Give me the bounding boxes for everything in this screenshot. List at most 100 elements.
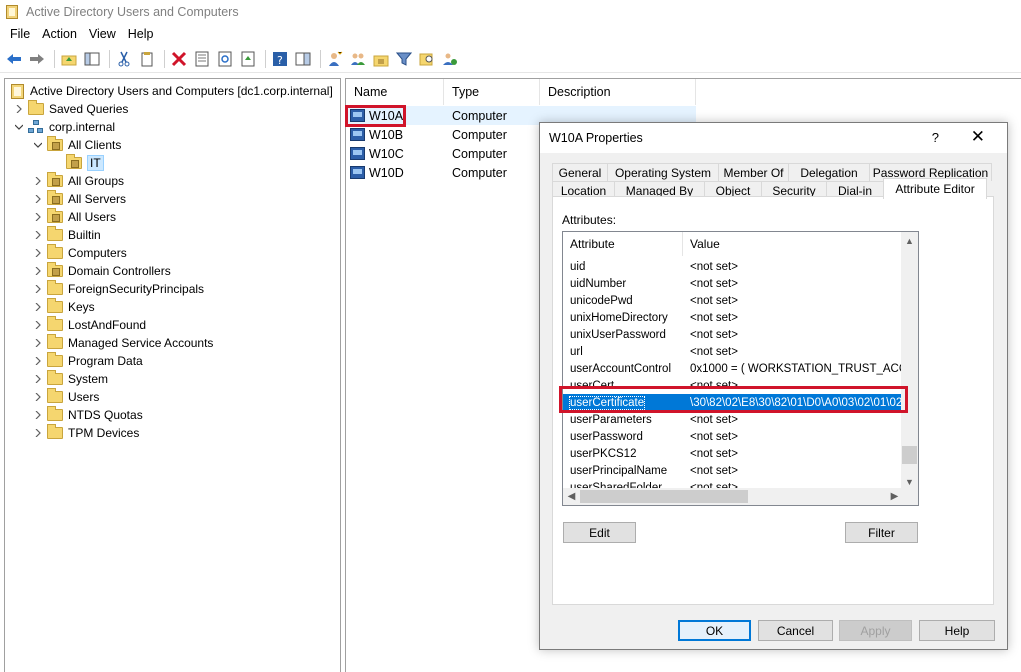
- menu-file[interactable]: File: [4, 27, 36, 41]
- column-header-attribute[interactable]: Attribute: [563, 232, 683, 256]
- tab-delegation[interactable]: Delegation: [788, 163, 870, 181]
- apply-button[interactable]: Apply: [839, 620, 912, 641]
- tree-item[interactable]: All Users: [32, 208, 116, 226]
- tree-item[interactable]: System: [32, 370, 108, 388]
- properties-icon[interactable]: [192, 49, 212, 69]
- add-to-group-icon[interactable]: [440, 49, 460, 69]
- scroll-up-icon[interactable]: ▲: [901, 232, 918, 249]
- tree-item[interactable]: Managed Service Accounts: [32, 334, 213, 352]
- filter-button[interactable]: Filter: [845, 522, 918, 543]
- tree-item[interactable]: Keys: [32, 298, 95, 316]
- attribute-row[interactable]: userAccountControl 0x1000 = ( WORKSTATION…: [563, 360, 903, 377]
- column-header-value[interactable]: Value: [683, 232, 720, 256]
- show-pane-icon[interactable]: [82, 49, 102, 69]
- tree-item[interactable]: All Clients: [32, 136, 121, 154]
- tree-item[interactable]: Program Data: [32, 352, 143, 370]
- tree-item[interactable]: Builtin: [32, 226, 101, 244]
- chevron-right-icon[interactable]: [32, 193, 44, 205]
- refresh-icon[interactable]: [215, 49, 235, 69]
- chevron-right-icon[interactable]: [32, 283, 44, 295]
- dialog-close-button[interactable]: ✕: [971, 127, 985, 147]
- tree-item[interactable]: LostAndFound: [32, 316, 146, 334]
- chevron-right-icon[interactable]: [32, 229, 44, 241]
- tree-item[interactable]: All Servers: [32, 190, 126, 208]
- list-item-computer[interactable]: W10B Computer: [346, 125, 540, 144]
- chevron-right-icon[interactable]: [32, 337, 44, 349]
- delete-icon[interactable]: [169, 49, 189, 69]
- tree-item[interactable]: TPM Devices: [32, 424, 139, 442]
- tree-item[interactable]: IT: [51, 154, 104, 172]
- filter-icon[interactable]: [394, 49, 414, 69]
- attribute-row[interactable]: uid <not set>: [563, 258, 903, 275]
- attribute-row[interactable]: userCertificate \30\82\02\E8\30\82\01\D0\…: [563, 394, 903, 411]
- tree-item[interactable]: Users: [32, 388, 99, 406]
- console-tree-icon[interactable]: [293, 49, 313, 69]
- cancel-button[interactable]: Cancel: [758, 620, 833, 641]
- attribute-row[interactable]: userCert <not set>: [563, 377, 903, 394]
- help-button[interactable]: Help: [919, 620, 995, 641]
- help-icon[interactable]: ?: [270, 49, 290, 69]
- menu-help[interactable]: Help: [122, 27, 160, 41]
- back-arrow-icon[interactable]: [4, 49, 24, 69]
- list-item-computer[interactable]: W10C Computer: [346, 144, 540, 163]
- chevron-down-icon[interactable]: [13, 121, 25, 133]
- tab-member-of[interactable]: Member Of: [718, 163, 789, 181]
- edit-button[interactable]: Edit: [563, 522, 636, 543]
- tree-item[interactable]: ForeignSecurityPrincipals: [32, 280, 204, 298]
- chevron-right-icon[interactable]: [32, 355, 44, 367]
- tree-item[interactable]: Computers: [32, 244, 127, 262]
- horizontal-scrollbar[interactable]: ◀ ▶: [563, 488, 903, 505]
- new-ou-icon[interactable]: [371, 49, 391, 69]
- chevron-right-icon[interactable]: [32, 391, 44, 403]
- chevron-right-icon[interactable]: [32, 175, 44, 187]
- copy-icon[interactable]: [137, 49, 157, 69]
- new-group-icon[interactable]: [348, 49, 368, 69]
- vertical-scrollbar[interactable]: ▲ ▼: [901, 232, 918, 490]
- chevron-right-icon[interactable]: [32, 319, 44, 331]
- find-icon[interactable]: [417, 49, 437, 69]
- attribute-row[interactable]: uidNumber <not set>: [563, 275, 903, 292]
- column-header-type[interactable]: Type: [444, 79, 540, 105]
- tab-attribute-editor[interactable]: Attribute Editor: [883, 178, 987, 199]
- up-folder-icon[interactable]: [59, 49, 79, 69]
- tree-item[interactable]: Domain Controllers: [32, 262, 171, 280]
- ok-button[interactable]: OK: [678, 620, 751, 641]
- list-item-computer[interactable]: W10D Computer: [346, 163, 540, 182]
- chevron-right-icon[interactable]: [32, 373, 44, 385]
- attribute-row[interactable]: userPrincipalName <not set>: [563, 462, 903, 479]
- menu-action[interactable]: Action: [36, 27, 83, 41]
- chevron-right-icon[interactable]: [13, 103, 25, 115]
- horizontal-scroll-thumb[interactable]: [580, 490, 748, 503]
- column-header-name[interactable]: Name: [346, 79, 444, 105]
- console-tree-pane[interactable]: Active Directory Users and Computers [dc…: [4, 78, 341, 672]
- tree-root[interactable]: Active Directory Users and Computers [dc…: [9, 82, 333, 100]
- attribute-row[interactable]: userPKCS12 <not set>: [563, 445, 903, 462]
- new-user-icon[interactable]: [325, 49, 345, 69]
- chevron-down-icon[interactable]: [32, 139, 44, 151]
- menu-view[interactable]: View: [83, 27, 122, 41]
- dialog-help-button[interactable]: ?: [932, 130, 939, 145]
- tree-item[interactable]: All Groups: [32, 172, 124, 190]
- vertical-scroll-thumb[interactable]: [902, 446, 917, 464]
- tree-item[interactable]: NTDS Quotas: [32, 406, 143, 424]
- attribute-row[interactable]: unixUserPassword <not set>: [563, 326, 903, 343]
- chevron-right-icon[interactable]: [32, 427, 44, 439]
- attribute-row[interactable]: url <not set>: [563, 343, 903, 360]
- export-icon[interactable]: [238, 49, 258, 69]
- attribute-row[interactable]: userParameters <not set>: [563, 411, 903, 428]
- chevron-right-icon[interactable]: [32, 247, 44, 259]
- attributes-listview[interactable]: Attribute Value uid <not set> uidNumber <no…: [562, 231, 919, 506]
- tree-item[interactable]: Saved Queries: [13, 100, 128, 118]
- chevron-right-icon[interactable]: [32, 211, 44, 223]
- attribute-row[interactable]: unixHomeDirectory <not set>: [563, 309, 903, 326]
- attribute-row[interactable]: userPassword <not set>: [563, 428, 903, 445]
- chevron-right-icon[interactable]: [32, 265, 44, 277]
- tree-item[interactable]: corp.internal: [13, 118, 115, 136]
- tab-general[interactable]: General: [552, 163, 608, 181]
- column-header-description[interactable]: Description: [540, 79, 696, 105]
- attribute-row[interactable]: unicodePwd <not set>: [563, 292, 903, 309]
- tab-operating-system[interactable]: Operating System: [607, 163, 719, 181]
- forward-arrow-icon[interactable]: [27, 49, 47, 69]
- scroll-left-icon[interactable]: ◀: [563, 488, 580, 505]
- chevron-right-icon[interactable]: [32, 409, 44, 421]
